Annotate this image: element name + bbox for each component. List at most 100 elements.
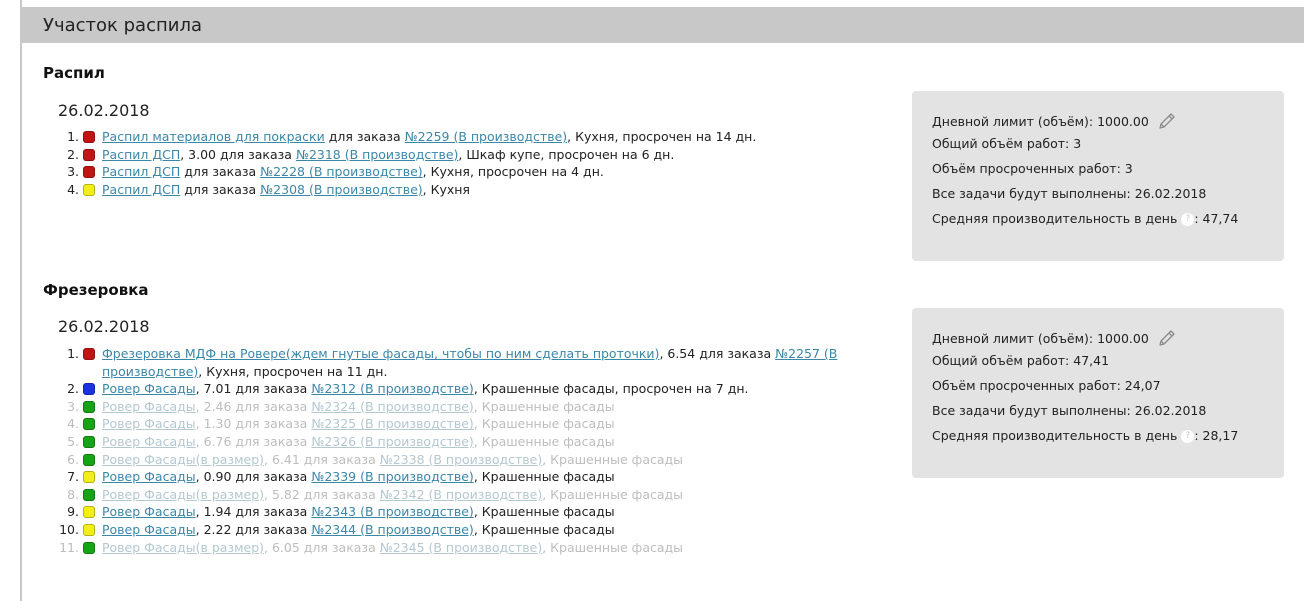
task-link[interactable]: Ровер Фасады(в размер): [102, 452, 264, 467]
order-link[interactable]: №2338 (В производстве): [380, 452, 542, 467]
task-link[interactable]: Ровер Фасады(в размер): [102, 540, 264, 555]
order-link[interactable]: №2228 (В производстве): [260, 164, 422, 179]
task-details: , Крашенные фасады, просрочен на 7 дн.: [473, 381, 749, 397]
question-circle-icon[interactable]: ?: [1181, 213, 1195, 226]
task-link[interactable]: Ровер Фасады: [102, 522, 196, 537]
task-details: , Шкаф купе, просрочен на 6 дн.: [458, 146, 675, 162]
task-details: , Крашенные фасады: [473, 398, 615, 414]
for-order-text: для заказа: [303, 451, 376, 467]
status-square-icon: [83, 523, 95, 536]
task-item: 1. Распил материалов для покраски для зак…: [43, 128, 863, 146]
task-details: , Крашенные фасады: [473, 504, 615, 520]
status-square-icon: [83, 166, 95, 179]
order-link[interactable]: №2325 (В производстве): [311, 416, 473, 431]
avg-value: : 47,74: [1194, 211, 1239, 226]
order-link[interactable]: №2342 (В производстве): [380, 487, 542, 502]
for-order-text: для заказа: [303, 486, 376, 502]
task-volume: , 6.76: [195, 433, 232, 449]
status-square-icon: [83, 383, 95, 396]
order-link[interactable]: №2345 (В производстве): [380, 540, 542, 555]
task-details: , Кухня, просрочен на 4 дн.: [422, 164, 604, 180]
daily-limit: Дневной лимит (объём): 1000.00: [932, 328, 1264, 353]
pencil-icon[interactable]: [1157, 111, 1177, 134]
for-order-text: для заказа: [235, 381, 308, 397]
task-item: 10. Ровер Фасады, 2.22 для заказа №2344 (…: [43, 521, 863, 539]
order-link[interactable]: №2343 (В производстве): [311, 504, 473, 519]
task-volume: , 1.30: [195, 416, 232, 432]
task-link[interactable]: Ровер Фасады: [102, 381, 196, 396]
task-number: 8.: [67, 486, 79, 502]
task-item: 6. Ровер Фасады(в размер), 6.41 для заказ…: [43, 451, 863, 469]
stats-panel: Дневной лимит (объём): 1000.00 Общий объ…: [912, 91, 1284, 261]
task-number: 5.: [67, 433, 79, 449]
for-order-text: для заказа: [220, 146, 292, 162]
status-square-icon: [83, 541, 95, 554]
task-item: 3. Распил ДСП для заказа №2228 (В произво…: [43, 163, 863, 181]
task-number: 1.: [67, 129, 79, 144]
task-details: , Кухня: [422, 181, 470, 197]
task-item: 4. Распил ДСП для заказа №2308 (В произво…: [43, 181, 863, 199]
task-link[interactable]: Распил ДСП: [102, 182, 180, 197]
task-item: 3. Ровер Фасады, 2.46 для заказа №2324 (В…: [43, 398, 863, 416]
status-square-icon: [83, 471, 95, 484]
task-link[interactable]: Ровер Фасады: [102, 416, 196, 431]
task-link[interactable]: Распил ДСП: [102, 147, 180, 162]
stats-panel: Дневной лимит (объём): 1000.00 Общий объ…: [912, 308, 1284, 478]
order-link[interactable]: №2326 (В производстве): [311, 434, 473, 449]
order-link[interactable]: №2318 (В производстве): [296, 147, 458, 162]
task-link[interactable]: Ровер Фасады: [102, 434, 196, 449]
question-circle-icon[interactable]: ?: [1181, 430, 1195, 443]
for-order-text: для заказа: [235, 504, 308, 520]
task-link[interactable]: Ровер Фасады: [102, 504, 196, 519]
status-square-icon: [83, 488, 95, 501]
avg-performance: Средняя производительность в день?: 28,1…: [932, 428, 1264, 453]
task-number: 3.: [67, 164, 79, 180]
task-number: 4.: [67, 416, 79, 432]
pencil-icon[interactable]: [1157, 328, 1177, 351]
task-number: 2.: [67, 381, 79, 397]
task-number: 11.: [59, 539, 79, 555]
task-volume: , 1.94: [195, 504, 232, 520]
task-link[interactable]: Распил материалов для покраски: [102, 129, 325, 144]
task-item: 7. Ровер Фасады, 0.90 для заказа №2339 (В…: [43, 468, 863, 486]
task-volume: , 2.46: [195, 398, 232, 414]
task-number: 1.: [67, 346, 79, 361]
completion-date: Все задачи будут выполнены: 26.02.2018: [932, 403, 1207, 418]
task-link[interactable]: Распил ДСП: [102, 164, 180, 179]
for-order-text: для заказа: [235, 521, 308, 537]
for-order-text: для заказа: [235, 433, 308, 449]
task-details: , Крашенные фасады: [473, 469, 615, 485]
status-square-icon: [83, 183, 95, 196]
task-item: 5. Ровер Фасады, 6.76 для заказа №2326 (В…: [43, 433, 863, 451]
daily-limit-label: Дневной лимит (объём): 1000.00: [932, 114, 1149, 129]
order-link[interactable]: №2324 (В производстве): [311, 399, 473, 414]
status-square-icon: [83, 418, 95, 431]
status-square-icon: [83, 506, 95, 519]
task-link[interactable]: Ровер Фасады: [102, 399, 196, 414]
avg-performance: Средняя производительность в день?: 47,7…: [932, 211, 1264, 236]
status-square-icon: [83, 148, 95, 161]
section-title: Фрезеровка: [43, 281, 149, 299]
order-link[interactable]: №2312 (В производстве): [311, 381, 473, 396]
order-link[interactable]: №2344 (В производстве): [311, 522, 473, 537]
for-order-text: для заказа: [235, 416, 308, 432]
order-link[interactable]: №2259 (В производстве): [405, 129, 567, 144]
task-item: 1. Фрезеровка МДФ на Ровере(ждем гнутые ф…: [43, 345, 863, 380]
task-link[interactable]: Ровер Фасады(в размер): [102, 487, 264, 502]
task-item: 8. Ровер Фасады(в размер), 5.82 для заказ…: [43, 486, 863, 504]
order-link[interactable]: №2339 (В производстве): [311, 469, 473, 484]
task-item: 9. Ровер Фасады, 1.94 для заказа №2343 (В…: [43, 503, 863, 521]
task-item: 4. Ровер Фасады, 1.30 для заказа №2325 (В…: [43, 415, 863, 433]
task-number: 9.: [67, 504, 79, 520]
status-square-icon: [83, 131, 95, 143]
task-details: , Кухня, просрочен на 11 дн.: [198, 363, 388, 379]
for-order-text: для заказа: [184, 181, 257, 197]
status-square-icon: [83, 453, 95, 466]
avg-label: Средняя производительность в день: [932, 428, 1178, 443]
completion-date: Все задачи будут выполнены: 26.02.2018: [932, 186, 1207, 201]
task-details: , Крашенные фасады: [542, 451, 684, 467]
task-link[interactable]: Ровер Фасады: [102, 469, 196, 484]
task-link[interactable]: Фрезеровка МДФ на Ровере(ждем гнутые фас…: [102, 346, 659, 361]
task-volume: , 3.00: [180, 146, 217, 162]
order-link[interactable]: №2308 (В производстве): [260, 182, 422, 197]
